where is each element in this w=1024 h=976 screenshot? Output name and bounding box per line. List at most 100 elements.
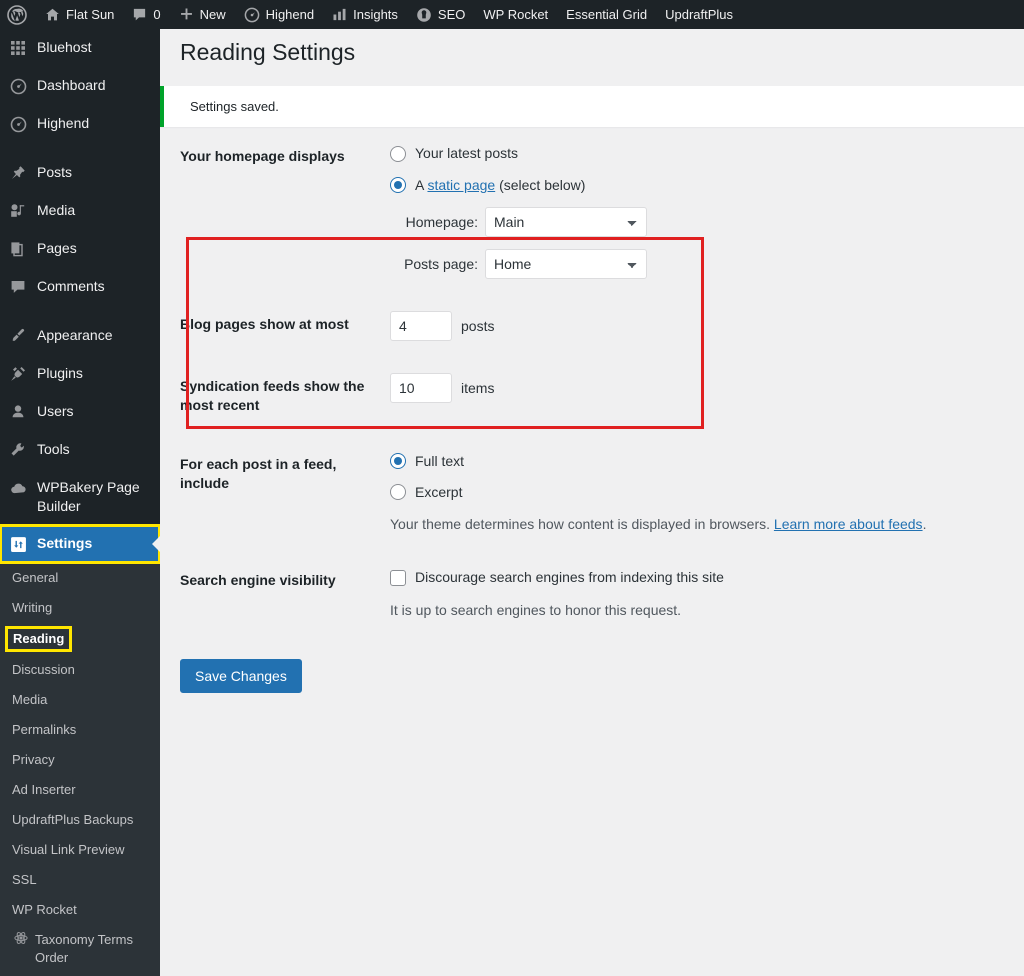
sidebar-item-label: Appearance [37,327,113,343]
sidebar-item-settings[interactable]: Settings [0,524,160,564]
menu-separator [0,143,160,154]
admin-bar: Flat Sun 0 New Highend Insights SEO WP R… [0,0,1024,29]
sidebar-subitem-privacy[interactable]: Privacy [0,745,160,775]
learn-more-about-feeds-link[interactable]: Learn more about feeds [774,516,923,532]
sidebar-subitem-updraftplus-backups[interactable]: UpdraftPlus Backups [0,805,160,835]
static-page-link[interactable]: static page [427,177,495,193]
radio-excerpt-row[interactable]: Excerpt [390,482,994,502]
blog-pages-input[interactable] [390,310,452,341]
radio-static-page-row[interactable]: A static page (select below) [390,175,994,195]
content-wrap: Reading Settings Settings saved. Your ho… [160,29,1024,693]
sidebar-item-appearance[interactable]: Appearance [0,317,160,355]
feed-include-row: For each post in a feed, include Full te… [180,435,1004,552]
sidebar-item-tools[interactable]: Tools [0,431,160,469]
feed-desc-prefix: Your theme determines how content is dis… [390,516,774,533]
sidebar-item-plugins[interactable]: Plugins [0,355,160,393]
highend-menu[interactable]: Highend [235,0,323,29]
discourage-checkbox-row[interactable]: Discourage search engines from indexing … [390,567,994,587]
wordpress-logo-menu[interactable] [0,0,36,29]
insights-menu[interactable]: Insights [323,0,407,29]
save-changes-button[interactable]: Save Changes [180,658,302,693]
search-visibility-row: Search engine visibility Discourage sear… [180,551,1004,636]
sidebar-subitem-reading[interactable]: Reading [0,623,160,655]
radio-excerpt[interactable] [390,484,406,501]
syndication-feeds-controls: items [390,357,1004,435]
homepage-select[interactable]: Main [485,206,647,237]
radio-latest-posts-row[interactable]: Your latest posts [390,143,994,163]
sidebar-subitem-reading-label: Reading [4,626,73,652]
essential-grid-label: Essential Grid [566,7,648,22]
sidebar-item-label: Pages [37,240,77,256]
feed-desc-suffix: . [922,516,927,533]
sidebar-subitem-ad-inserter[interactable]: Ad Inserter [0,775,160,805]
radio-full-text-label: Full text [415,452,465,469]
sidebar-item-label: Media [37,202,76,218]
sidebar-subitem-media[interactable]: Media [0,685,160,715]
sidebar-subitem-visual-link-preview[interactable]: Visual Link Preview [0,835,160,865]
sidebar-item-comments[interactable]: Comments [0,268,160,306]
sidebar-subitem-discussion[interactable]: Discussion [0,655,160,685]
comments-menu[interactable]: 0 [123,0,169,29]
grid-icon [8,38,28,58]
radio-static-page-label: A static page (select below) [415,175,585,195]
sidebar-item-dashboard[interactable]: Dashboard [0,67,160,105]
radio-a-static-page[interactable] [390,176,406,193]
sidebar-item-label: Plugins [37,365,83,381]
sidebar-item-media[interactable]: Media [0,192,160,230]
wp-rocket-menu[interactable]: WP Rocket [474,0,557,29]
feed-include-label: For each post in a feed, include [180,455,337,491]
submit-area: Save Changes [180,637,1004,693]
media-icon [8,201,28,221]
discourage-search-engines-checkbox[interactable] [390,569,406,586]
sidebar-item-users[interactable]: Users [0,393,160,431]
seo-label: SEO [437,7,466,22]
sidebar-subitem-taxonomy-terms-order[interactable]: Taxonomy Terms Order [0,925,160,973]
radio-full-text-row[interactable]: Full text [390,451,994,471]
wrench-icon [8,440,28,460]
static-suffix: (select below) [495,176,586,193]
sidebar-item-posts[interactable]: Posts [0,154,160,192]
paintbrush-icon [8,326,28,346]
homepage-select-label: Homepage: [405,213,478,230]
insights-label: Insights [353,7,398,22]
sidebar-subitem-permalinks[interactable]: Permalinks [0,715,160,745]
user-icon [8,402,28,422]
essential-grid-menu[interactable]: Essential Grid [557,0,656,29]
sidebar-item-label: Tools [37,441,70,457]
sidebar-item-pages[interactable]: Pages [0,230,160,268]
new-content-menu[interactable]: New [170,0,235,29]
syndication-input[interactable] [390,372,452,403]
posts-page-select[interactable]: Home [485,248,647,279]
blog-pages-controls: posts [390,295,1004,357]
comment-bubble-icon [8,277,28,297]
site-name-menu[interactable]: Flat Sun [36,0,123,29]
updraftplus-menu[interactable]: UpdraftPlus [656,0,742,29]
menu-separator [0,306,160,317]
sidebar-item-highend[interactable]: Highend [0,105,160,143]
radio-your-latest-posts[interactable] [390,145,406,162]
sidebar-subitem-label: Taxonomy Terms Order [35,932,134,965]
sidebar-subitem-ssl[interactable]: SSL [0,865,160,895]
syndication-suffix: items [461,379,495,396]
static-prefix: A [415,176,428,193]
pin-icon [8,163,28,183]
highend-label: Highend [265,7,315,22]
sidebar-item-bluehost[interactable]: Bluehost [0,29,160,67]
sidebar-subitem-general[interactable]: General [0,563,160,593]
feed-include-controls: Full text Excerpt Your theme determines … [390,435,1004,552]
atom-icon [12,931,29,945]
comment-bubble-icon [132,7,147,22]
sidebar-subitem-wp-rocket[interactable]: WP Rocket [0,895,160,925]
radio-full-text[interactable] [390,452,406,469]
syndication-feeds-row: Syndication feeds show the most recent i… [180,357,1004,435]
sidebar-item-wpbakery-page-builder[interactable]: WPBakery Page Builder [0,469,160,525]
sidebar-item-label: WPBakery Page Builder [37,479,140,514]
radio-latest-posts-label: Your latest posts [415,145,518,162]
radio-excerpt-label: Excerpt [415,484,463,501]
syndication-number-row: items [390,372,994,403]
new-label: New [199,7,226,22]
sidebar-subitem-writing[interactable]: Writing [0,593,160,623]
seo-menu[interactable]: SEO [407,0,474,29]
search-visibility-label: Search engine visibility [180,572,336,589]
feed-include-description: Your theme determines how content is dis… [390,514,994,535]
